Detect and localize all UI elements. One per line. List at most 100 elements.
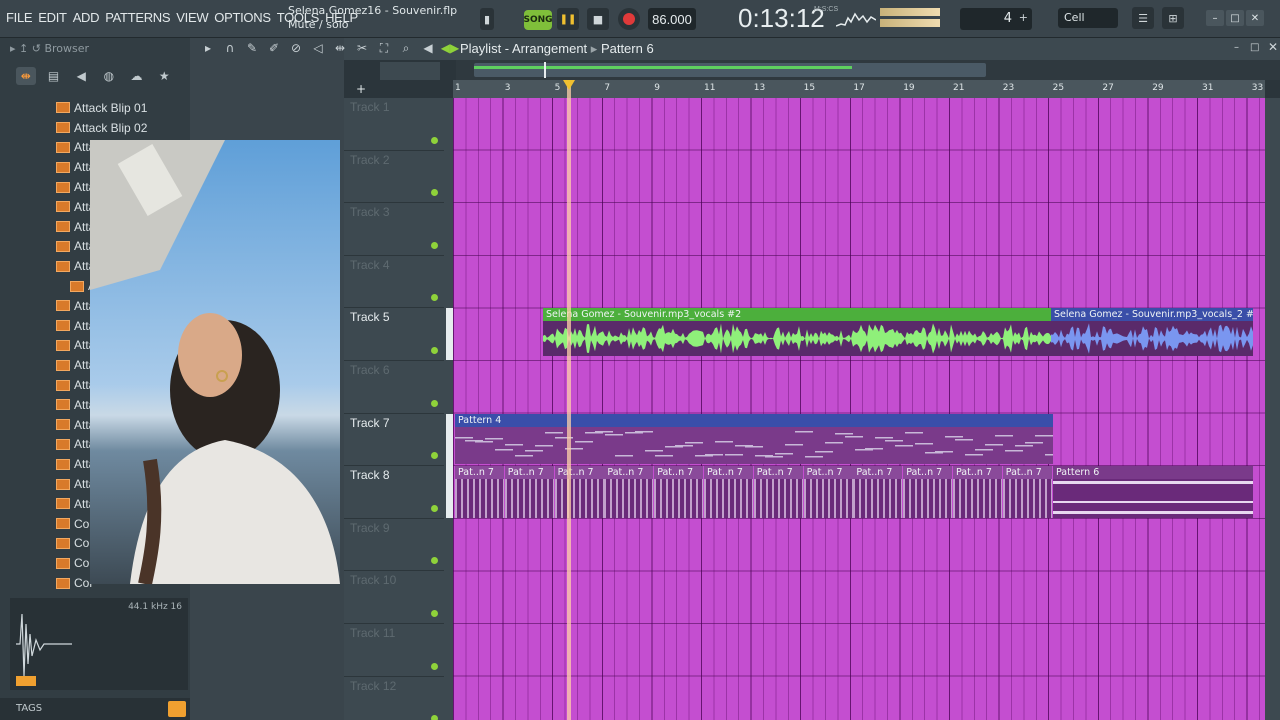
track-enable-icon[interactable] <box>431 662 438 670</box>
close-icon[interactable]: ✕ <box>1246 10 1264 26</box>
pattern-clip-7[interactable]: Pat..n 7 <box>455 466 504 519</box>
playlist-grid[interactable]: Selena Gomez - Souvenir.mp3_vocals #2 Se… <box>453 98 1265 720</box>
star-icon[interactable]: ★ <box>154 67 174 85</box>
track-enable-icon[interactable] <box>431 294 438 302</box>
pattern-clip-7[interactable]: Pat..n 7 <box>554 466 604 519</box>
delete-icon[interactable]: ⊘ <box>288 40 304 56</box>
time-value: 0:13:12 <box>738 3 825 33</box>
pattern-7-notes <box>455 479 504 519</box>
mixer-icon[interactable]: ☰ <box>1132 7 1154 29</box>
maximize-icon[interactable]: □ <box>1226 10 1244 26</box>
playlist-close-icon[interactable]: ✕ <box>1268 40 1278 54</box>
pattern-clip-4[interactable]: Pattern 4 <box>455 413 1053 464</box>
master-volume-meter[interactable] <box>880 6 942 30</box>
browser-item[interactable]: Attack Blip 02 <box>56 118 190 138</box>
plus-icon[interactable]: + <box>1019 11 1028 24</box>
current-pattern[interactable]: Pattern 6 <box>601 41 654 56</box>
pattern-clip-7[interactable]: Pat..n 7 <box>1002 466 1052 519</box>
track-enable-icon[interactable] <box>431 189 438 197</box>
track-header[interactable]: Track 10 <box>344 571 444 624</box>
file-icon[interactable]: ▤ <box>44 67 64 85</box>
track-header[interactable]: Track 11 <box>344 624 444 677</box>
audio-clip-vocals-2[interactable]: Selena Gomez - Souvenir.mp3_vocals_2 #2 <box>1051 308 1253 357</box>
mute-icon[interactable]: ◁ <box>310 40 326 56</box>
paint-icon[interactable]: ✐ <box>266 40 282 56</box>
pattern-clip-7[interactable]: Pat..n 7 <box>604 466 654 519</box>
play-arrow-icon[interactable]: ▸ <box>200 40 216 56</box>
track-header[interactable]: Track 9 <box>344 519 444 572</box>
speaker-icon[interactable]: ◀ <box>71 67 91 85</box>
track-header[interactable]: Track 8 <box>344 466 454 519</box>
minimize-icon[interactable]: – <box>1206 10 1224 26</box>
arrangement-icon[interactable]: ◀▶ <box>441 40 459 56</box>
pattern-7-notes <box>803 479 853 519</box>
play-preview-button[interactable] <box>16 676 36 686</box>
track-enable-icon[interactable] <box>431 136 438 144</box>
all-icon[interactable]: ⇼ <box>16 67 36 85</box>
track-enable-icon[interactable] <box>431 715 438 720</box>
track-header[interactable]: Track 6 <box>344 361 444 414</box>
pause-button[interactable]: ❚❚ <box>557 8 579 30</box>
pattern-clip-7[interactable]: Pat..n 7 <box>654 466 704 519</box>
magnet-icon[interactable]: ∩ <box>222 40 238 56</box>
cell-selector[interactable]: Cell <box>1058 8 1118 28</box>
track-header[interactable]: Track 1 <box>344 98 444 151</box>
track-enable-icon[interactable] <box>431 504 438 512</box>
pattern-clip-6[interactable]: Pattern 6 <box>1053 466 1253 519</box>
pattern-clip-7[interactable]: Pat..n 7 <box>953 466 1002 519</box>
clip-title: Selena Gomez - Souvenir.mp3_vocals #2 <box>543 308 1051 322</box>
menu-add[interactable]: ADD <box>73 10 100 25</box>
menu-file[interactable]: FILE <box>6 10 33 25</box>
menu-options[interactable]: OPTIONS <box>214 10 271 25</box>
track-header[interactable]: Track 2 <box>344 151 444 204</box>
playlist-maximize-icon[interactable]: □ <box>1250 42 1259 53</box>
pattern-clip-7[interactable]: Pat..n 7 <box>853 466 903 519</box>
pencil-icon[interactable]: ✎ <box>244 40 260 56</box>
stop-button[interactable]: ■ <box>587 8 609 30</box>
track-enable-icon[interactable] <box>431 241 438 249</box>
record-button[interactable] <box>618 8 640 30</box>
file-icon <box>56 359 70 371</box>
tempo-display[interactable]: 86.000 <box>648 8 696 30</box>
zoom-icon[interactable]: ⌕ <box>398 40 414 56</box>
file-icon <box>70 280 84 292</box>
pattern-clip-7[interactable]: Pat..n 7 <box>504 466 554 519</box>
pattern-clip-7[interactable]: Pat..n 7 <box>803 466 853 519</box>
track-enable-icon[interactable] <box>431 346 438 354</box>
playback-icon[interactable]: ◀ <box>420 40 436 56</box>
track-header[interactable]: Track 5 <box>344 308 454 361</box>
track-enable-icon[interactable] <box>431 399 438 407</box>
plugin-icon[interactable]: ◍ <box>99 67 119 85</box>
track-mode-buttons[interactable] <box>380 62 440 80</box>
audio-clip-vocals[interactable]: Selena Gomez - Souvenir.mp3_vocals #2 <box>543 308 1051 357</box>
vertical-scrollbar[interactable] <box>1265 98 1280 720</box>
pattern-clip-7[interactable]: Pat..n 7 <box>704 466 753 519</box>
track-enable-icon[interactable] <box>431 557 438 565</box>
track-header[interactable]: Track 12 <box>344 677 444 720</box>
browser-item[interactable]: Attack Blip 01 <box>56 98 190 118</box>
pattern-clip-7[interactable]: Pat..n 7 <box>903 466 953 519</box>
cloud-icon[interactable]: ☁ <box>127 67 147 85</box>
track-enable-icon[interactable] <box>431 609 438 617</box>
slip-icon[interactable]: ⇹ <box>332 40 348 56</box>
menu-patterns[interactable]: PATTERNS <box>105 10 170 25</box>
playlist-minimize-icon[interactable]: – <box>1234 42 1239 53</box>
track-header[interactable]: Track 7 <box>344 413 454 467</box>
select-icon[interactable]: ⛶ <box>376 40 392 56</box>
track-header[interactable]: Track 3 <box>344 203 444 256</box>
piano-roll-icon[interactable]: ⊞ <box>1162 7 1184 29</box>
track-header[interactable]: Track 4 <box>344 256 444 309</box>
slice-icon[interactable]: ✂ <box>354 40 370 56</box>
song-mode-button[interactable]: SONG <box>523 10 553 30</box>
menu-edit[interactable]: EDIT <box>38 10 67 25</box>
pattern-clip-7[interactable]: Pat..n 7 <box>753 466 803 519</box>
arrow-icon[interactable]: ▸ ↥ ↺ <box>10 42 44 55</box>
add-track-icon[interactable]: + <box>356 82 366 96</box>
tags-bar[interactable]: TAGS <box>0 698 190 720</box>
snap-selector[interactable]: 4 + <box>960 8 1032 30</box>
sample-info: 44.1 kHz 16 <box>128 602 182 612</box>
playhead-marker-icon[interactable] <box>563 80 575 90</box>
track-enable-icon[interactable] <box>431 452 438 460</box>
search-icon[interactable] <box>168 701 186 717</box>
menu-view[interactable]: VIEW <box>176 10 208 25</box>
